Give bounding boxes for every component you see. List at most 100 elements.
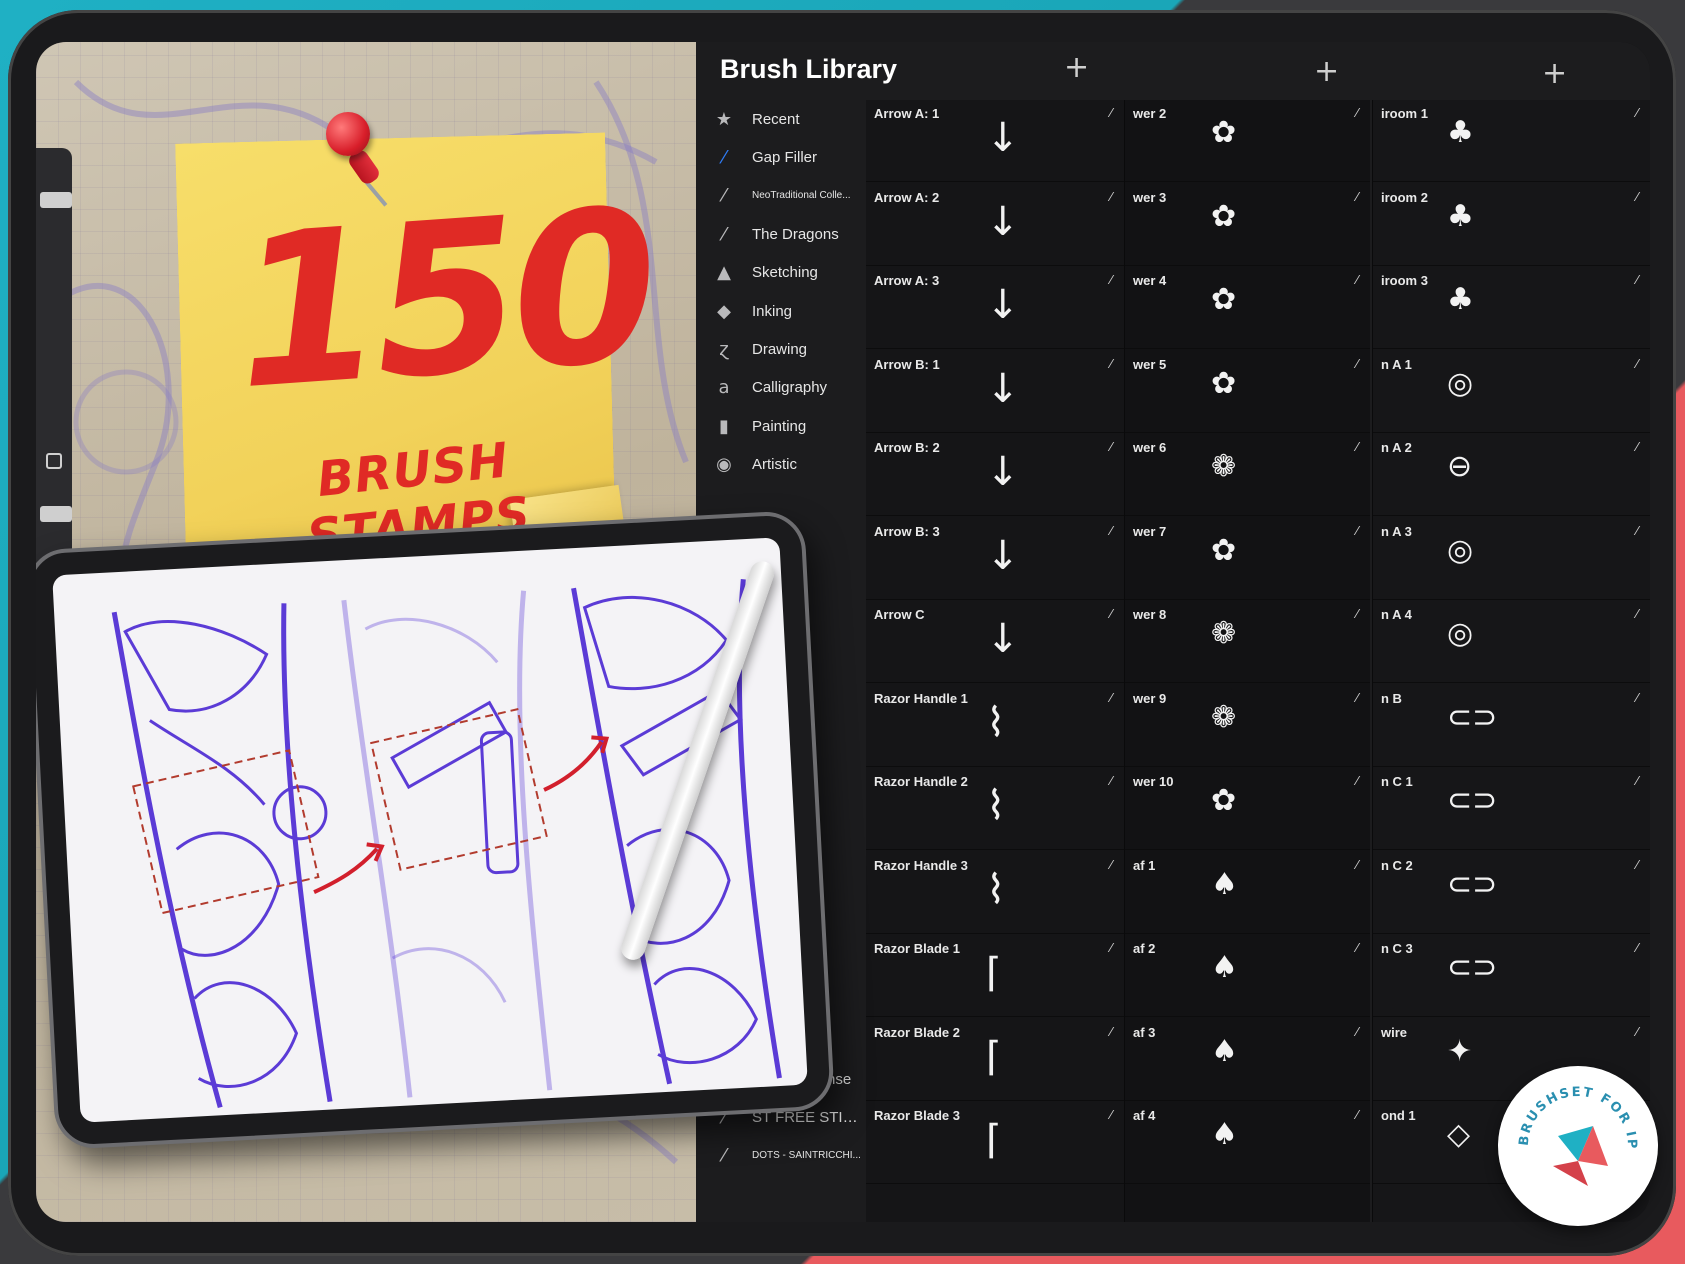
- brush-stroke-preview-icon: ⁄: [1355, 774, 1358, 788]
- brush-name: Razor Handle 2: [874, 774, 968, 789]
- brush-item[interactable]: af 1 ⁄ ♠: [1125, 852, 1370, 934]
- brush-item[interactable]: Razor Blade 1 ⁄ ⌈: [866, 935, 1124, 1017]
- brush-item[interactable]: af 3 ⁄ ♠: [1125, 1019, 1370, 1101]
- add-brush-button[interactable]: +: [1314, 54, 1339, 89]
- brush-stamp-preview-icon: ↓: [986, 282, 1020, 328]
- panel-title: Brush Library: [720, 54, 898, 84]
- eyedropper-button[interactable]: [46, 453, 62, 469]
- brush-stamp-preview-icon: ⌇: [986, 783, 1006, 829]
- brush-item[interactable]: n A 1 ⁄ ◎: [1373, 351, 1650, 433]
- brush-item[interactable]: iroom 1 ⁄ ♣: [1373, 100, 1650, 182]
- brush-item[interactable]: Razor Handle 1 ⁄ ⌇: [866, 685, 1124, 767]
- brush-item[interactable]: wer 9 ⁄ ❁: [1125, 685, 1370, 767]
- brush-item[interactable]: wer 6 ⁄ ❁: [1125, 434, 1370, 516]
- pushpin-icon: [326, 112, 370, 156]
- brush-stroke-preview-icon: ⁄: [1109, 941, 1112, 955]
- brush-item[interactable]: af 2 ⁄ ♠: [1125, 935, 1370, 1017]
- brush-name: n A 4: [1381, 607, 1412, 622]
- brush-stamp-preview-icon: ❁: [1211, 616, 1237, 651]
- brush-column-mushrooms-chains: iroom 1 ⁄ ♣ iroom 2 ⁄ ♣ iroom 3 ⁄ ♣ n A 1 ⁄ ◎ n A 2 ⁄…: [1372, 100, 1650, 1222]
- brush-item[interactable]: Arrow A: 1 ⁄ ↓: [866, 100, 1124, 182]
- brush-item[interactable]: wer 3 ⁄ ✿: [1125, 184, 1370, 266]
- brush-stroke-preview-icon: ⁄: [1109, 774, 1112, 788]
- brush-stamp-preview-icon: ↓: [986, 198, 1020, 245]
- brush-set-item[interactable]: a Calligraphy: [696, 369, 866, 407]
- brush-item[interactable]: af 4 ⁄ ♠: [1125, 1102, 1370, 1184]
- brush-item[interactable]: n A 4 ⁄ ◎: [1373, 601, 1650, 683]
- brush-stamp-preview-icon: ✿: [1211, 532, 1237, 568]
- brush-item[interactable]: n C 2 ⁄ ⊂⊃: [1373, 852, 1650, 934]
- brush-item[interactable]: Razor Handle 2 ⁄ ⌇: [866, 768, 1124, 850]
- brush-stroke-preview-icon: ⁄: [1355, 941, 1358, 955]
- brush-item[interactable]: wer 8 ⁄ ❁: [1125, 601, 1370, 683]
- brush-name: Razor Blade 1: [874, 941, 960, 956]
- brush-item[interactable]: n B ⁄ ⊂⊃: [1373, 685, 1650, 767]
- brush-stroke-preview-icon: ⁄: [1635, 523, 1638, 538]
- brush-name: wer 2: [1133, 106, 1167, 121]
- brush-set-item[interactable]: ⁄ The Dragons: [696, 215, 866, 253]
- brush-item[interactable]: wer 4 ⁄ ✿: [1125, 267, 1370, 349]
- brush-set-item[interactable]: ◆ Inking: [696, 292, 866, 330]
- brush-name: n C 1: [1381, 774, 1413, 789]
- brush-item[interactable]: iroom 3 ⁄ ♣: [1373, 267, 1650, 349]
- brush-item[interactable]: wer 2 ⁄ ✿: [1125, 100, 1370, 182]
- brush-stroke-preview-icon: ⁄: [1355, 189, 1358, 204]
- brush-item[interactable]: n C 1 ⁄ ⊂⊃: [1373, 768, 1650, 850]
- brush-item[interactable]: wer 5 ⁄ ✿: [1125, 351, 1370, 433]
- brush-name: Razor Handle 1: [874, 690, 968, 706]
- brush-name: Arrow B: 1: [874, 356, 940, 372]
- brush-item[interactable]: iroom 2 ⁄ ♣: [1373, 184, 1650, 266]
- brush-set-item[interactable]: ⁄ DOTS - SAINTRICCHI...: [696, 1137, 866, 1175]
- brush-stamp-preview-icon: ⊂⊃: [1447, 783, 1498, 818]
- brush-set-label: Drawing: [752, 340, 808, 358]
- brush-item[interactable]: n C 3 ⁄ ⊂⊃: [1373, 935, 1650, 1017]
- brush-stroke-preview-icon: ⁄: [1109, 356, 1112, 371]
- tattoo-sleeve-sketches: [111, 579, 782, 1109]
- brush-name: n B: [1381, 690, 1402, 706]
- add-brush-button-secondary[interactable]: +: [1542, 56, 1567, 91]
- brush-column-arrows-razors: Arrow A: 1 ⁄ ↓ Arrow A: 2 ⁄ ↓ Arrow A: 3 ⁄ ↓ Arro…: [866, 100, 1124, 1222]
- brush-item[interactable]: Razor Blade 2 ⁄ ⌈: [866, 1019, 1124, 1101]
- brush-stamp-preview-icon: ❁: [1211, 699, 1237, 735]
- brush-stamp-preview-icon: ⌈: [986, 1033, 1002, 1080]
- brush-item[interactable]: Arrow A: 2 ⁄ ↓: [866, 184, 1124, 266]
- brush-item[interactable]: Razor Blade 3 ⁄ ⌈: [866, 1102, 1124, 1184]
- brush-item[interactable]: Arrow C ⁄ ↓: [866, 601, 1124, 683]
- brush-name: af 1: [1133, 857, 1156, 873]
- brush-item[interactable]: Razor Handle 3 ⁄ ⌇: [866, 852, 1124, 934]
- brush-name: iroom 3: [1381, 273, 1428, 288]
- brush-set-item[interactable]: ⁄ Gap Filler: [696, 138, 866, 176]
- brush-set-icon: ◉: [716, 454, 732, 476]
- brush-set-label: Painting: [752, 417, 807, 435]
- brush-item[interactable]: n A 2 ⁄ ⊖: [1373, 434, 1650, 516]
- brush-item[interactable]: Arrow B: 3 ⁄ ↓: [866, 518, 1124, 600]
- brush-set-item[interactable]: ɀ Drawing: [696, 330, 866, 368]
- brush-stamp-preview-icon: ✿: [1211, 115, 1237, 150]
- brush-item[interactable]: wer 10 ⁄ ✿: [1125, 768, 1370, 850]
- brush-stroke-preview-icon: ⁄: [1355, 523, 1358, 538]
- brush-set-item[interactable]: ▮ Painting: [696, 407, 866, 445]
- brush-set-icon: a: [718, 377, 730, 399]
- brush-set-item[interactable]: ▲ Sketching: [696, 254, 866, 292]
- brush-stroke-preview-icon: ⁄: [1355, 690, 1358, 705]
- origami-bird-icon: BRUSHSET FOR IPAD ONLY: [1498, 1066, 1637, 1186]
- brush-size-slider[interactable]: [40, 192, 72, 208]
- brush-name: wer 9: [1133, 690, 1167, 706]
- brush-set-item[interactable]: ★ Recent: [696, 100, 866, 138]
- brush-item[interactable]: n A 3 ⁄ ◎: [1373, 518, 1650, 600]
- add-brush-set-button[interactable]: +: [1064, 50, 1089, 85]
- brush-set-item[interactable]: ◉ Artistic: [696, 446, 866, 484]
- brush-stamp-preview-icon: ◇: [1447, 1117, 1471, 1152]
- brush-item[interactable]: Arrow B: 1 ⁄ ↓: [866, 351, 1124, 433]
- brush-stamp-preview-icon: ◎: [1447, 616, 1474, 651]
- brush-name: wer 8: [1133, 607, 1167, 622]
- brush-name: n C 3: [1381, 941, 1413, 956]
- opacity-slider[interactable]: [40, 506, 72, 522]
- brush-item[interactable]: Arrow A: 3 ⁄ ↓: [866, 267, 1124, 349]
- brush-item[interactable]: wer 7 ⁄ ✿: [1125, 518, 1370, 600]
- brush-stroke-preview-icon: ⁄: [1355, 607, 1358, 621]
- brush-set-item[interactable]: ⁄ NeoTraditional Colle...: [696, 177, 866, 215]
- brush-item[interactable]: Arrow B: 2 ⁄ ↓: [866, 434, 1124, 516]
- brush-stroke-preview-icon: ⁄: [1109, 273, 1112, 287]
- brush-stamp-preview-icon: ⌈: [986, 1117, 1002, 1163]
